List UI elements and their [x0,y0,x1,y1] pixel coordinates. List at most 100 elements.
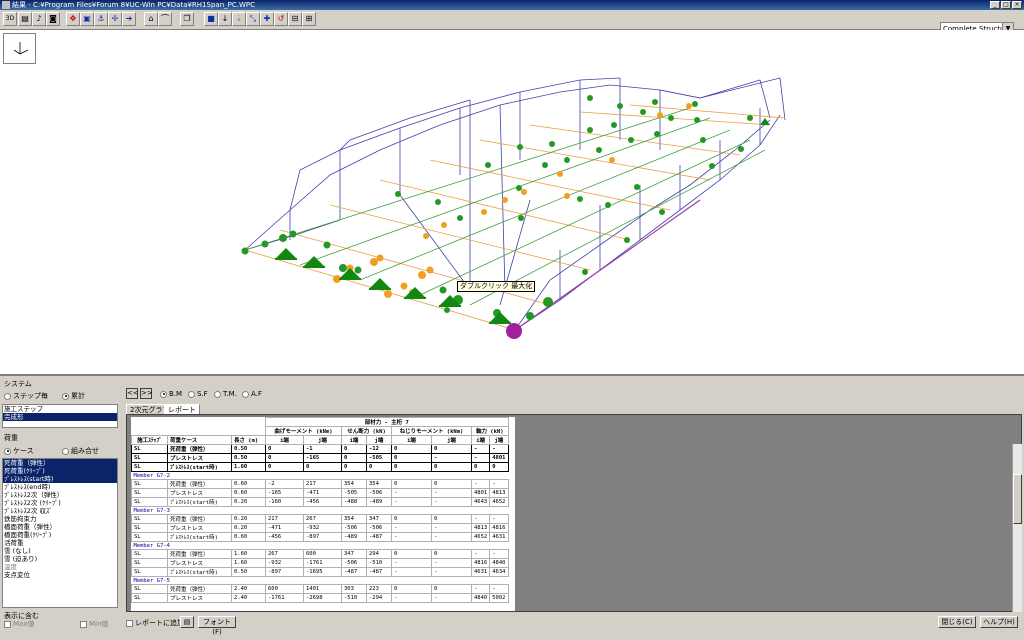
load-item[interactable]: 温度 [3,563,117,571]
down-arrow-icon[interactable]: ↓ [218,12,232,26]
pan-icon[interactable]: ✢ [108,12,122,26]
table-cell: -2698 [303,593,342,603]
sf-radio[interactable]: S.F [188,390,208,398]
bell-icon[interactable]: ♪ [32,12,46,26]
table-cell: - [431,567,472,577]
load-item[interactable]: 死荷重(ｸﾘｰﾌﾟ) [3,467,117,475]
minimize-button[interactable]: _ [990,1,1000,9]
moment-icon[interactable]: ↺ [274,12,288,26]
scroll-thumb[interactable] [1013,474,1022,524]
load-item[interactable]: 支点変位 [3,571,117,579]
home-icon[interactable]: ⌂ [144,12,158,26]
table-cell: -488 [341,497,367,507]
printer-button[interactable]: ▤ [180,616,194,628]
load-item[interactable]: ﾌﾟﾚｽﾄﾚｽ2次 (ｸﾘｰﾌﾟ) [3,499,117,507]
table-cell: -471 [265,523,304,533]
maximize-button[interactable]: □ [1001,1,1011,9]
table-cell: - [391,488,432,498]
anchor-icon[interactable]: ⚓ [94,12,108,26]
list-item[interactable]: 施工ステップ [3,405,117,413]
af-radio[interactable]: A.F [242,390,262,398]
table-cell: 0 [366,462,392,472]
help-button[interactable]: ヘルプ(H) [980,616,1018,628]
support-icon[interactable]: ✚ [260,12,274,26]
arrow-right-icon[interactable]: ➔ [122,12,136,26]
print-icon[interactable]: ▤ [18,12,32,26]
table-cell: 0 [431,549,472,559]
bm-radio[interactable]: B.M [160,390,182,398]
table-cell: -456 [265,532,304,542]
load-item[interactable]: ﾌﾟﾚｽﾄﾚｽ(end時) [3,483,117,491]
case-radio[interactable]: ケース [4,446,34,456]
table-cell: 4652 [470,532,491,542]
load-item[interactable]: ﾌﾟﾚｽﾄﾚｽ2次 収ｽﾞ [3,507,117,515]
add-report-checkbox[interactable]: レポートに追加 [126,618,184,628]
report-scrollbar[interactable] [1012,444,1022,612]
section-icon[interactable]: ⊟ [288,12,302,26]
step-list[interactable]: 施工ステップ 完成形 [2,404,118,428]
load-item[interactable]: 活荷重 [3,539,117,547]
table-cell: 294 [366,549,392,559]
close-window-button[interactable]: × [1012,1,1022,9]
cumulative-radio[interactable]: 累計 [62,391,85,401]
table-cell: ﾌﾟﾚｽﾄﾚｽ(start時) [167,497,232,507]
table-cell: 0 [391,453,432,463]
table-cell: 600 [303,549,342,559]
table-cell: ﾌﾟﾚｽﾄﾚｽ(start時) [167,567,232,577]
table-cell: 0 [431,514,472,524]
load-item[interactable]: 雪 (なし) [3,547,117,555]
table-cell: 217 [265,514,304,524]
reset-view-icon[interactable]: ⌒ [158,12,172,26]
table-cell: 0.60 [231,532,266,542]
col-header: i端 [265,435,304,445]
load-icon[interactable]: ⇣ [232,12,246,26]
table-row: SL プレストレス 0.20 -471 -932 -506 -506- -4813 4816 [131,523,509,533]
diagonal-icon[interactable]: ⤡ [246,12,260,26]
tm-radio[interactable]: T.M. [214,390,237,398]
copy-icon[interactable]: ❐ [180,12,194,26]
checkbox-icon [126,619,133,627]
load-item[interactable]: 死荷重（弾性） [3,459,117,467]
next-button[interactable]: >> [140,388,153,399]
table-cell: -160 [265,497,304,507]
radio-icon [160,390,167,398]
load-list[interactable]: 死荷重（弾性） 死荷重(ｸﾘｰﾌﾟ) ﾌﾟﾚｽﾄﾚｽ(start時) ﾌﾟﾚｽﾄﾚｽ(… [2,458,118,608]
table-cell: 死荷重（弾性） [167,584,232,594]
load-item[interactable]: 橋面荷重（弾性） [3,523,117,531]
report-pane[interactable]: 部材力 - 主桁 7 曲げモーメント (kNm) せん断力 (kN) ねじりモー… [126,414,1022,612]
select-icon[interactable]: ▣ [80,12,94,26]
table-cell: 1401 [303,584,342,594]
load-item[interactable]: ﾌﾟﾚｽﾄﾚｽ(start時) [3,475,117,483]
table-cell: SL [131,593,168,603]
combo-radio[interactable]: 組み合せ [62,446,99,456]
max-checkbox[interactable]: Max値 [4,619,34,629]
table-cell: -487 [341,567,367,577]
save-icon[interactable]: ⊞ [302,12,316,26]
font-button[interactable]: フォント(F) [198,616,236,636]
table-cell: 0 [489,462,509,472]
load-item[interactable]: ﾌﾟﾚｽﾄﾚｽ2次（弾性） [3,491,117,499]
member-icon[interactable]: ■ [204,12,218,26]
table-cell: - [391,593,432,603]
close-button[interactable]: 閉じる(C) [938,616,976,628]
table-cell: SL [131,532,168,542]
table-cell: 4631 [470,567,491,577]
table-cell: 0 [431,444,472,454]
list-item[interactable]: 完成形 [3,413,117,421]
min-checkbox[interactable]: Min値 [80,619,108,629]
rotate-icon[interactable]: ✥ [66,12,80,26]
table-cell: - [391,558,432,568]
load-item[interactable]: 鉄筋拘束力 [3,515,117,523]
load-item[interactable]: 雪 (迫あり) [3,555,117,563]
camera-icon[interactable]: ◙ [46,12,60,26]
3d-view-button[interactable]: 3D [3,12,17,26]
load-item[interactable]: 橋面荷重(ｸﾘｰﾌﾟ) [3,531,117,539]
left-panel: システム ステップ毎 累計 施工ステップ 完成形 荷重 ケース 組み合せ 死荷重… [0,378,122,640]
prev-button[interactable]: << [126,388,139,399]
table-cell: -510 [341,593,367,603]
table-row: SL プレストレス 0.50 0 -165 0 -505 0- -4801 [131,453,509,463]
step-radio[interactable]: ステップ毎 [4,391,48,401]
tab-report[interactable]: レポート [164,404,200,414]
3d-view[interactable] [0,30,1024,376]
radio-icon [62,392,69,400]
